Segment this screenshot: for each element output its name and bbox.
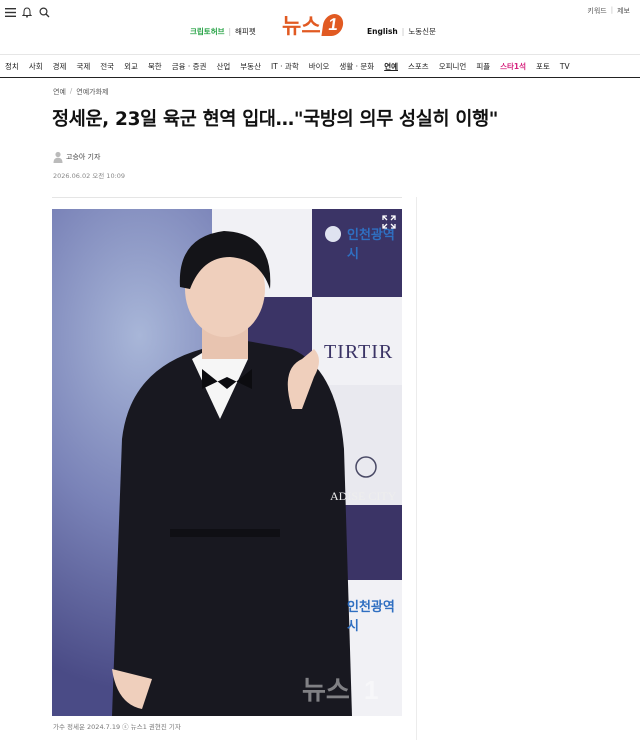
nav-item-national[interactable]: 전국 — [95, 61, 119, 72]
site-header: 키워드 | 제보 크립토허브 | 해피펫 뉴스 1 English | 노동신문 — [0, 0, 640, 52]
nav-item-entertainment[interactable]: 연예 — [379, 61, 403, 72]
backdrop-text-3: ADISE CITY — [330, 489, 397, 503]
keyword-link[interactable]: 키워드 — [587, 6, 606, 16]
sub-links-right: English | 노동신문 — [367, 26, 436, 37]
breadcrumb-entertainment[interactable]: 연예 — [53, 87, 66, 97]
expand-icon[interactable] — [382, 214, 396, 229]
nav-item-tv[interactable]: TV — [555, 62, 575, 71]
menu-icon[interactable] — [4, 6, 16, 18]
crypto-hub-link[interactable]: 크립토허브 — [190, 26, 225, 37]
nav-item-bio[interactable]: 바이오 — [304, 61, 335, 72]
nav-item-finance[interactable]: 금융 · 증권 — [167, 61, 212, 72]
nav-item-industry[interactable]: 산업 — [211, 61, 235, 72]
nav-item-star1[interactable]: 스타1석 — [495, 61, 531, 72]
author-line[interactable]: 고승아 기자 — [53, 151, 100, 163]
nav-item-opinion[interactable]: 오피니언 — [434, 61, 472, 72]
column-divider — [416, 197, 417, 740]
happypet-link[interactable]: 해피펫 — [235, 26, 256, 37]
separator: | — [228, 27, 232, 36]
breadcrumb: 연예 / 연예가화제 — [53, 87, 108, 97]
sub-links-left: 크립토허브 | 해피펫 — [190, 26, 256, 37]
english-link[interactable]: English — [367, 27, 398, 36]
top-utility-links: 키워드 | 제보 — [587, 6, 630, 16]
nav-item-politics[interactable]: 정치 — [0, 61, 24, 72]
search-icon[interactable] — [38, 6, 50, 18]
nav-item-diplomacy[interactable]: 외교 — [119, 61, 143, 72]
divider — [52, 197, 402, 198]
logo-badge: 1 — [321, 14, 345, 36]
report-link[interactable]: 제보 — [617, 6, 630, 16]
backdrop-text-1: 인천광역시 — [347, 228, 395, 262]
nav-item-life-culture[interactable]: 생활 · 문화 — [334, 61, 379, 72]
nav-item-north-korea[interactable]: 북한 — [143, 61, 167, 72]
photo-caption: 가수 정세운 2024.7.19 ⓢ 뉴스1 권현진 기자 — [53, 723, 181, 731]
backdrop-text-4: 인천광역시 — [347, 600, 395, 634]
nav-item-society[interactable]: 사회 — [24, 61, 48, 72]
author-avatar-icon — [53, 151, 63, 163]
nav-item-photo[interactable]: 포토 — [531, 61, 555, 72]
nav-item-people[interactable]: 피플 — [471, 61, 495, 72]
publish-date: 2026.06.02 오전 10:09 — [53, 172, 126, 180]
separator: | — [401, 27, 405, 36]
author-name: 고승아 기자 — [66, 153, 101, 161]
site-logo[interactable]: 뉴스 1 — [282, 10, 345, 40]
nodong-link[interactable]: 노동신문 — [408, 26, 436, 37]
header-icons — [4, 6, 50, 18]
nav-item-real-estate[interactable]: 부동산 — [235, 61, 266, 72]
separator: | — [610, 6, 614, 14]
bell-icon[interactable] — [21, 6, 33, 18]
breadcrumb-topic[interactable]: 연예가화제 — [76, 87, 108, 97]
nav-item-sports[interactable]: 스포츠 — [403, 61, 434, 72]
article-photo[interactable]: 뉴스 1 인천광역시 TIRTIR ADISE CITY 인천광역시 — [52, 209, 402, 716]
nav-item-economy[interactable]: 경제 — [48, 61, 72, 72]
logo-text: 뉴스 — [282, 15, 321, 38]
breadcrumb-separator: / — [69, 87, 73, 95]
article-title: 정세운, 23일 육군 현역 입대…"국방의 의무 성실히 이행" — [52, 109, 499, 130]
nav-item-it-science[interactable]: IT · 과학 — [266, 61, 304, 72]
nav-item-world[interactable]: 국제 — [71, 61, 95, 72]
svg-text:1: 1 — [364, 675, 378, 705]
section-nav: 정치 사회 경제 국제 전국 외교 북한 금융 · 증권 산업 부동산 IT ·… — [0, 54, 640, 78]
svg-text:뉴스: 뉴스 — [302, 675, 350, 705]
backdrop-text-2: TIRTIR — [324, 341, 394, 363]
